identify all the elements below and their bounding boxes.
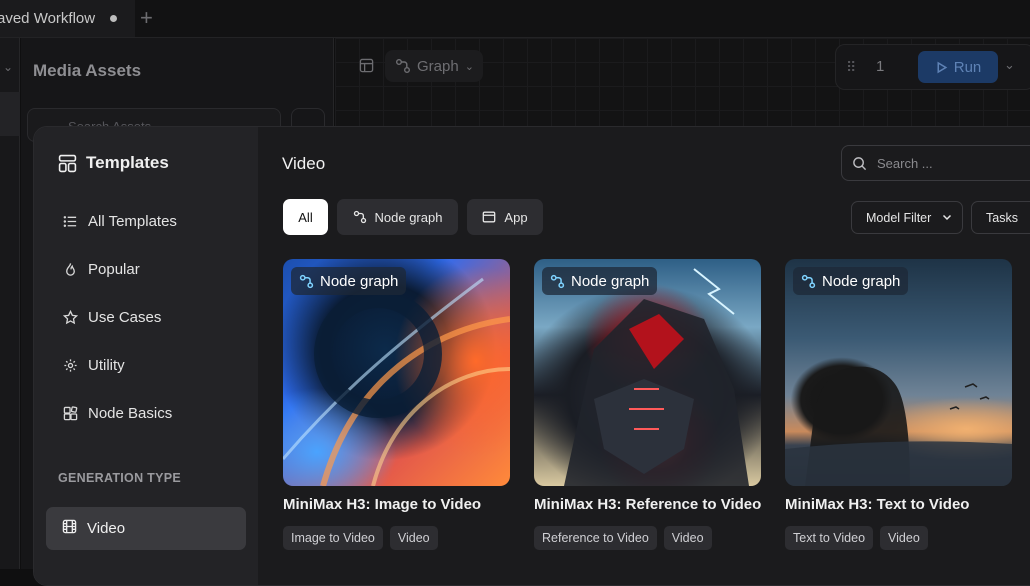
card-title: MiniMax H3: Text to Video [785,496,970,513]
filter-app-button[interactable]: App [467,199,543,235]
sidebar-item-utility[interactable]: Utility [62,353,125,377]
workflow-icon [353,210,366,224]
template-thumbnail: Node graph [785,259,1012,486]
tag: Video [663,526,712,550]
sidebar-item-label: Video [87,520,126,537]
tag: Video [880,526,928,550]
workflow-icon [801,274,816,288]
sidebar-item-label: Node Basics [88,404,173,422]
drag-handle-icon[interactable]: ⠿ [846,59,856,76]
model-filter-dropdown[interactable]: Model Filter [851,201,963,234]
chevron-down-icon[interactable]: ⌄ [3,60,13,74]
list-icon [62,213,78,229]
templates-icon [58,154,77,172]
run-label: Run [953,58,982,76]
badge-label: Node graph [822,272,901,290]
tag: Video [389,526,438,550]
workflow-tab-title: aved Workflow [0,10,96,27]
batch-count-input[interactable]: 1 [876,58,884,75]
toolbar-selected-item[interactable] [0,92,20,136]
workflow-tab[interactable]: aved Workflow [0,0,135,37]
add-tab-button[interactable]: + [140,7,153,29]
sidebar-item-node-basics[interactable]: Node Basics [62,401,172,425]
chevron-down-icon: ⌄ [464,60,474,73]
filter-all-button[interactable]: All [283,199,328,235]
search-icon [853,156,867,170]
node-graph-badge: Node graph [542,267,658,295]
template-card[interactable]: Node graph MiniMax H3: Reference to Vide… [534,259,761,550]
sidebar-item-label: Popular [88,260,140,278]
tab-bar: aved Workflow + [0,0,1030,38]
template-thumbnail: Node graph [283,259,510,486]
sidebar-title-label: Templates [86,153,169,172]
card-tags: Text to Video Video [785,526,1012,550]
sidebar-title: Templates [58,153,169,173]
search-input[interactable] [877,155,1027,171]
app-window-icon [483,211,496,223]
media-assets-title: Media Assets [33,61,142,80]
sidebar-item-popular[interactable]: Popular [62,257,140,281]
workflow-icon [550,274,565,288]
filter-all-label: All [298,209,313,225]
unsaved-dot-icon [110,15,117,22]
filter-app-label: App [504,209,528,225]
tag: Text to Video [785,526,874,550]
template-thumbnail: Node graph [534,259,761,486]
badge-label: Node graph [571,272,650,290]
tasks-label: Tasks [986,210,1018,225]
graph-mode-label: Graph [417,57,459,75]
template-card[interactable]: Node graph MiniMax H3: Image to Video Im… [283,259,510,550]
filter-node-graph-label: Node graph [374,209,443,225]
card-title: MiniMax H3: Reference to Video [534,496,762,513]
sidebar-item-label: Use Cases [88,308,162,326]
tag: Reference to Video [534,526,657,550]
chevron-down-icon [942,214,952,221]
page-title: Video [282,154,326,173]
flame-icon [62,261,78,277]
star-icon [62,309,78,325]
card-tags: Reference to Video Video [534,526,761,550]
badge-label: Node graph [320,272,399,290]
generation-type-heading: GENERATION TYPE [58,471,182,485]
card-tags: Image to Video Video [283,526,510,550]
model-filter-label: Model Filter [866,210,932,225]
run-options-chevron-icon[interactable]: ⌄ [1004,57,1015,73]
blocks-icon [62,405,78,421]
sidebar-item-all-templates[interactable]: All Templates [62,209,177,233]
sidebar-item-video[interactable]: Video [46,507,246,550]
node-graph-badge: Node graph [793,267,909,295]
templates-sidebar: Templates All Templates Popular Use Case… [34,127,258,585]
templates-modal: Templates All Templates Popular Use Case… [33,126,1030,586]
workflow-icon [396,59,410,73]
filter-node-graph-button[interactable]: Node graph [337,199,458,235]
play-icon [937,61,948,73]
templates-main: Video All Node graph App Model Filter Ta… [258,127,1030,585]
run-controls: ⠿ 1 Run ⌄ [835,44,1030,90]
card-title: MiniMax H3: Image to Video [283,496,482,513]
run-button[interactable]: Run [918,51,998,83]
tag: Image to Video [283,526,383,550]
panel-toggle-icon[interactable] [353,52,379,78]
tasks-dropdown[interactable]: Tasks [971,201,1030,234]
gear-icon [62,357,78,373]
graph-mode-dropdown[interactable]: Graph ⌄ [385,50,483,82]
sidebar-item-label: Utility [88,356,125,374]
sidebar-item-use-cases[interactable]: Use Cases [62,305,161,329]
template-search[interactable] [841,145,1030,181]
film-icon [62,519,77,538]
workflow-icon [299,274,314,288]
template-card[interactable]: Node graph MiniMax H3: Text to Video Tex… [785,259,1012,550]
sidebar-item-label: All Templates [88,212,177,230]
left-toolbar: ⌄ [0,38,20,569]
node-graph-badge: Node graph [291,267,407,295]
